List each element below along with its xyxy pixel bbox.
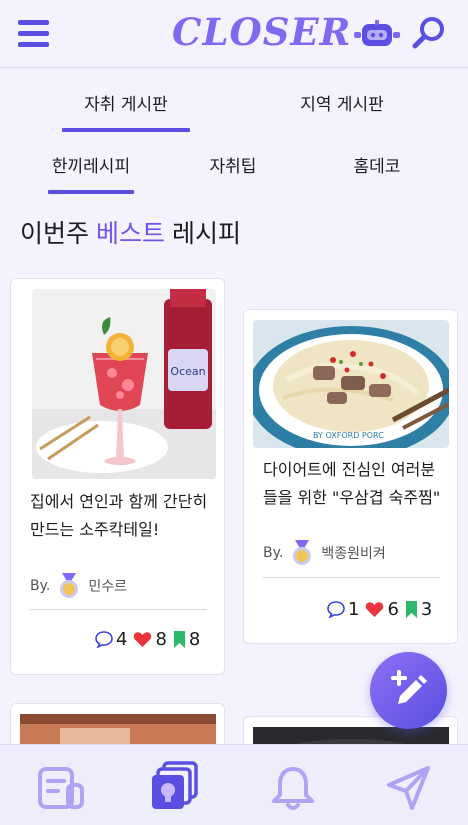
comment-icon: [95, 631, 113, 648]
robot-icon[interactable]: [352, 19, 402, 51]
like-count: 6: [387, 599, 399, 620]
card-stats: 4 8 8: [89, 629, 200, 650]
tab-living-tips[interactable]: 자취팁: [190, 152, 276, 177]
medal-icon: [60, 573, 79, 598]
card-divider: [30, 609, 207, 610]
like-stat[interactable]: 8: [133, 629, 167, 650]
like-stat[interactable]: 6: [365, 599, 399, 620]
section-title-suffix: 레시피: [171, 220, 241, 248]
menu-icon[interactable]: [18, 20, 50, 48]
bookmark-stat[interactable]: 3: [405, 599, 432, 620]
medal-icon: [293, 540, 312, 565]
by-label: By.: [263, 545, 284, 561]
pork-bean-sprout-photo: BY OXFORD PORC: [253, 320, 449, 448]
edit-pencil-icon: [391, 670, 427, 704]
svg-text:Ocean: Ocean: [170, 365, 205, 378]
recipe-title[interactable]: 집에서 연인과 함께 간단히 만드는 소주칵테일!: [30, 488, 210, 544]
tab-one-meal-recipe[interactable]: 한끼레시피: [40, 152, 142, 177]
heart-icon[interactable]: [365, 601, 384, 618]
tab-self-living-board[interactable]: 자취 게시판: [62, 90, 190, 115]
board-icon[interactable]: [36, 763, 86, 813]
bookmark-icon[interactable]: [405, 601, 418, 618]
write-post-button[interactable]: [370, 652, 447, 729]
comment-count: 1: [348, 599, 360, 620]
author-row: By. 민수르: [30, 573, 127, 599]
bottom-navigation: [0, 744, 468, 825]
bookmark-stat[interactable]: 8: [173, 629, 200, 650]
card-divider: [263, 577, 440, 578]
bell-icon[interactable]: [268, 763, 318, 813]
tab-home-deco[interactable]: 홈데코: [334, 152, 420, 177]
search-icon[interactable]: [411, 15, 447, 51]
recipe-card[interactable]: Ocean 집에서 연인과 함께 간단히 만드는 소주칵테일! By. 민수르 …: [10, 278, 225, 675]
bookmark-count: 3: [420, 599, 433, 620]
recipe-card[interactable]: BY OXFORD PORC 다이어트에 진심인 여러분들을 위한 "우삼겹 숙…: [243, 309, 458, 644]
comment-stat: 4: [95, 629, 127, 650]
send-icon[interactable]: [384, 763, 434, 813]
heart-icon[interactable]: [133, 631, 152, 648]
cocktail-photo: Ocean: [32, 289, 216, 479]
recipe-cards-icon[interactable]: [150, 761, 200, 811]
section-title: 이번주 베스트 레시피: [20, 214, 241, 250]
board-tab-indicator: [62, 128, 190, 132]
bookmark-count: 8: [188, 629, 201, 650]
section-title-accent: 베스트: [95, 220, 165, 248]
app-logo[interactable]: CLOSER: [172, 10, 351, 54]
top-app-bar: CLOSER: [0, 0, 468, 68]
svg-text:BY OXFORD PORC: BY OXFORD PORC: [313, 431, 384, 440]
recipe-title[interactable]: 다이어트에 진심인 여러분들을 위한 "우삼겹 숙주찜": [263, 456, 448, 512]
bookmark-icon[interactable]: [173, 631, 186, 648]
section-title-prefix: 이번주: [20, 220, 90, 248]
comment-count: 4: [116, 629, 128, 650]
author-name[interactable]: 민수르: [88, 576, 127, 596]
author-row: By. 백종원비켜: [263, 540, 386, 566]
author-name[interactable]: 백종원비켜: [321, 543, 385, 563]
category-tab-indicator: [48, 190, 134, 194]
tab-local-board[interactable]: 지역 게시판: [278, 90, 406, 115]
comment-stat: 1: [327, 599, 359, 620]
like-count: 8: [155, 629, 167, 650]
comment-icon: [327, 601, 345, 618]
by-label: By.: [30, 578, 51, 594]
card-stats: 1 6 3: [321, 599, 432, 620]
